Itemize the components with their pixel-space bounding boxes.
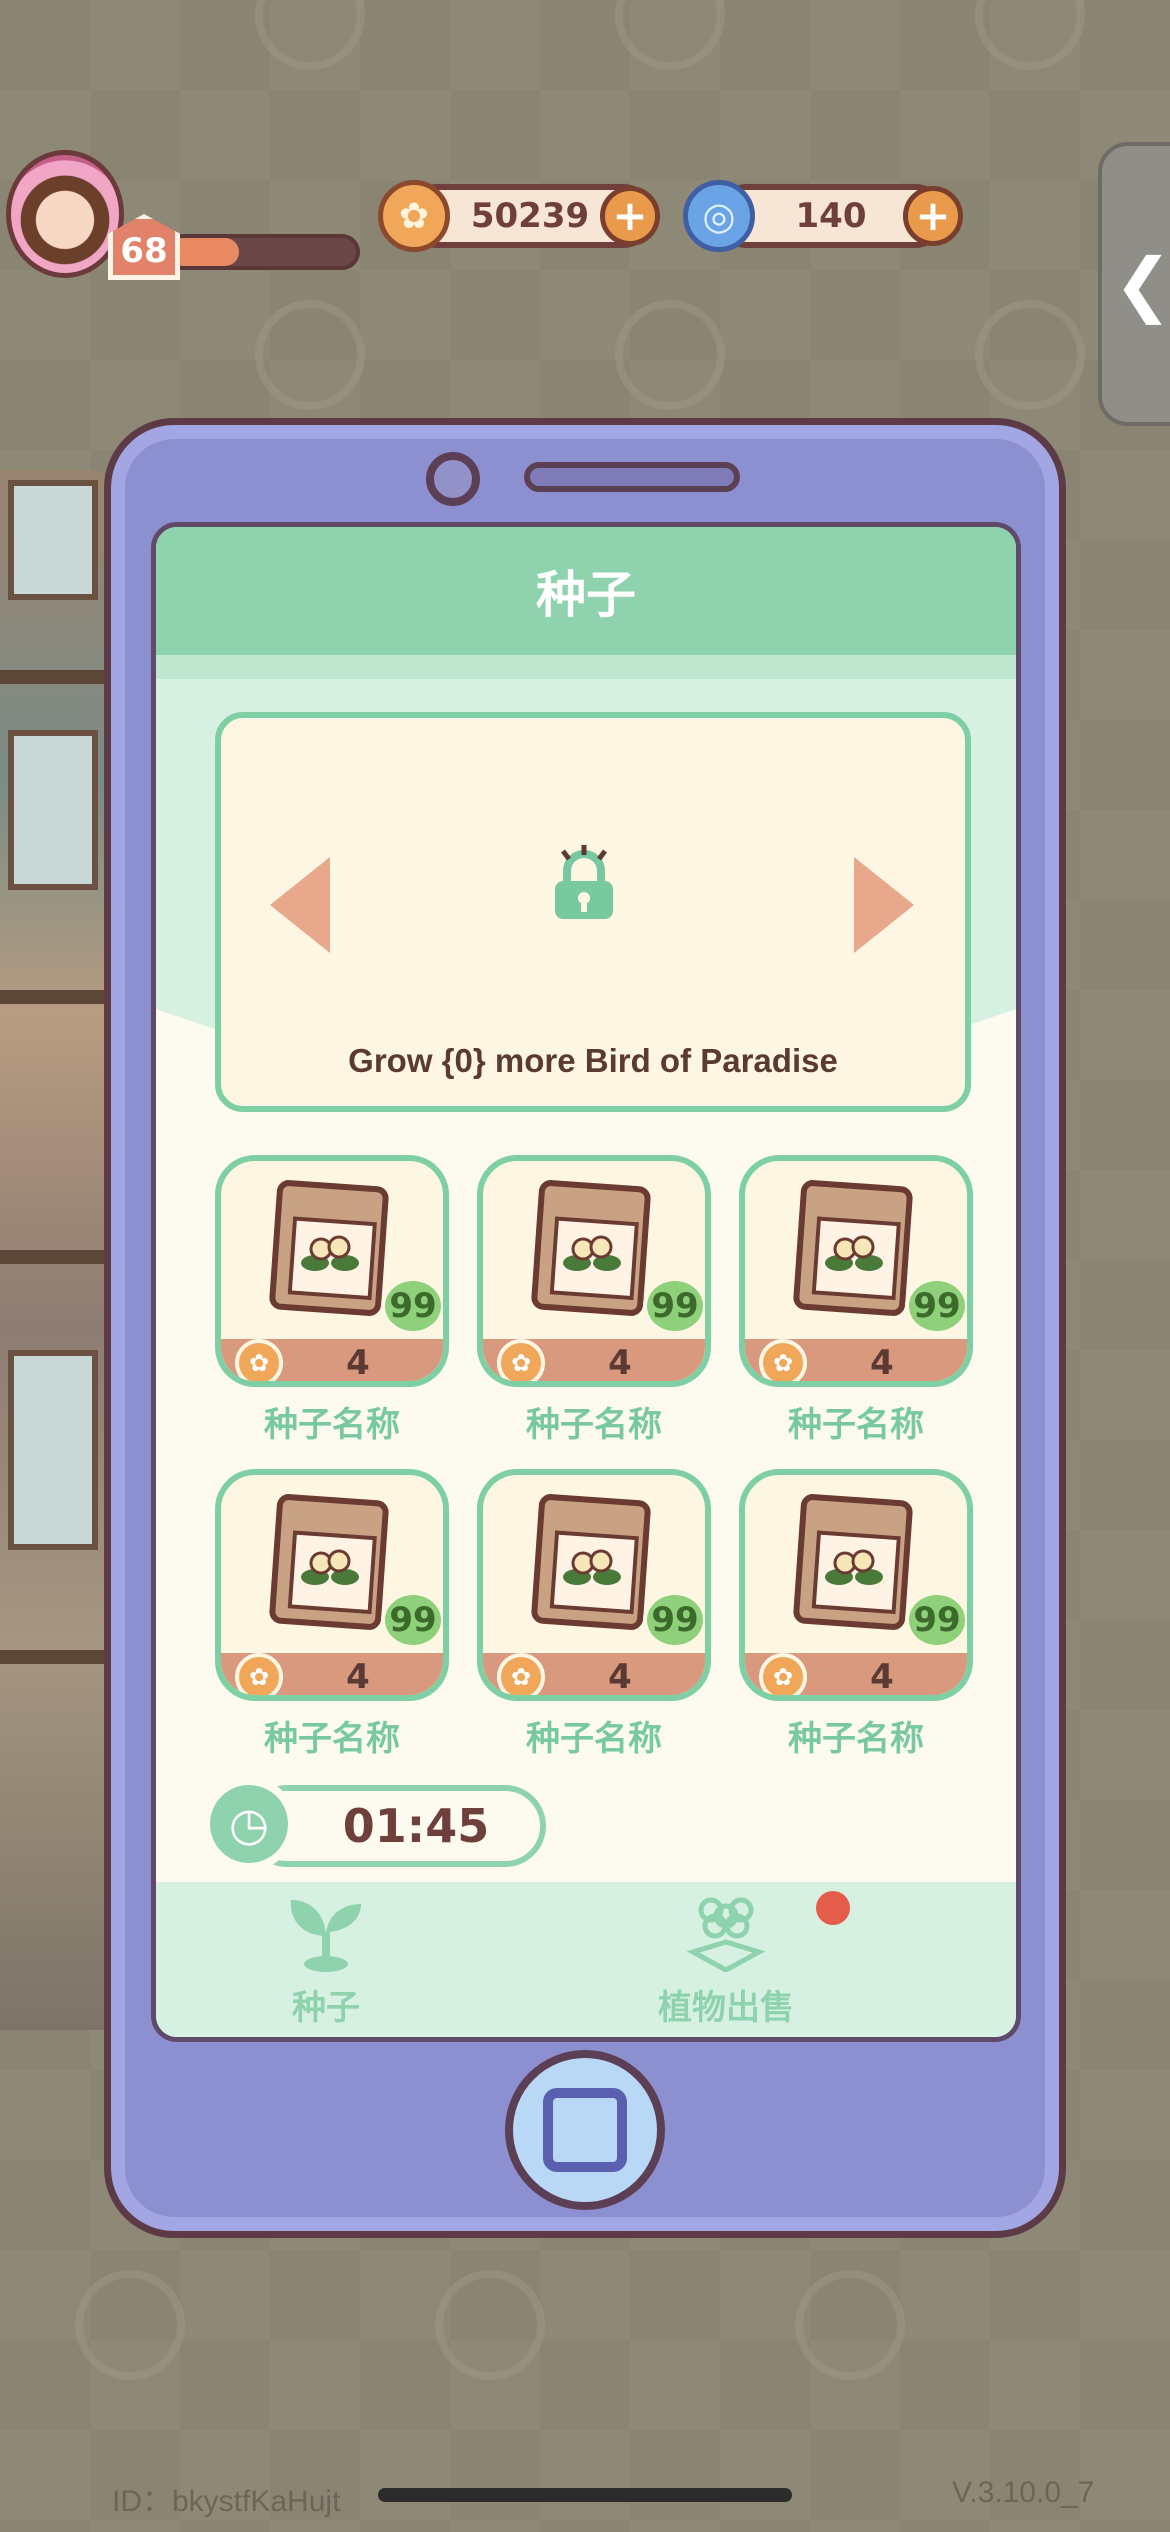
sun-pattern-icon — [615, 300, 725, 410]
flower-icon — [563, 1235, 621, 1271]
seed-count-badge: 99 — [643, 1591, 705, 1649]
camera-icon — [426, 452, 480, 506]
header-band — [156, 655, 1016, 679]
scene-window — [8, 1350, 98, 1550]
swirl-gem-icon: ◎ — [683, 180, 755, 252]
chevron-left-icon: ❮ — [1113, 243, 1170, 325]
seed-card[interactable]: 99 ✿ 4 — [215, 1469, 449, 1701]
flower-icon — [301, 1235, 359, 1271]
scene-shelf — [0, 1650, 110, 1664]
seed-name: 种子名称 — [788, 1719, 924, 1759]
sun-pattern-icon — [255, 0, 365, 70]
sun-pattern-icon — [975, 0, 1085, 70]
sun-pattern-icon — [435, 2270, 545, 2380]
tab-plant-sales-label: 植物出售 — [658, 1988, 794, 2028]
seed-card[interactable]: 99 ✿ 4 — [739, 1469, 973, 1701]
add-gems-button[interactable]: + — [903, 186, 963, 246]
seed-price: 4 — [870, 1657, 894, 1697]
phone-screen: 种子 Grow {0} more Bird of Paradise 99 ✿ 4… — [151, 522, 1021, 2042]
seed-card[interactable]: 99 ✿ 4 — [739, 1155, 973, 1387]
player-id: ID：bkystfKaHujt — [112, 2485, 341, 2518]
bottom-tab-bar: 种子 植物出售 — [156, 1882, 1016, 2037]
clock-icon: ◷ — [202, 1777, 296, 1871]
flower-gift-icon — [686, 1897, 766, 1972]
sun-pattern-icon — [75, 2270, 185, 2380]
notification-dot — [816, 1891, 850, 1925]
flower-icon — [825, 1549, 883, 1585]
side-panel-toggle[interactable]: ❮ — [1098, 142, 1170, 426]
player-avatar[interactable] — [6, 150, 124, 278]
seed-name: 种子名称 — [264, 1405, 400, 1445]
tab-seeds-label: 种子 — [292, 1988, 360, 2028]
coin-icon: ✿ — [378, 180, 450, 252]
add-coins-button[interactable]: + — [600, 186, 660, 246]
home-square-icon — [543, 2088, 627, 2172]
seed-count-badge: 99 — [905, 1277, 967, 1335]
sun-pattern-icon — [615, 0, 725, 70]
seed-name: 种子名称 — [526, 1719, 662, 1759]
seed-price: 4 — [346, 1657, 370, 1697]
seed-card[interactable]: 99 ✿ 4 — [477, 1155, 711, 1387]
tab-seeds[interactable]: 种子 — [206, 1892, 446, 2029]
seed-name: 种子名称 — [264, 1719, 400, 1759]
scene-shelf — [0, 990, 110, 1004]
seed-price: 4 — [608, 1343, 632, 1383]
seed-price: 4 — [608, 1657, 632, 1697]
seed-count-badge: 99 — [905, 1591, 967, 1649]
sprout-icon — [290, 1900, 361, 1972]
flower-icon — [563, 1549, 621, 1585]
scene-shelf — [0, 670, 110, 684]
sun-pattern-icon — [255, 300, 365, 410]
sun-pattern-icon — [795, 2270, 905, 2380]
seed-name: 种子名称 — [788, 1405, 924, 1445]
prev-arrow-button[interactable] — [270, 857, 330, 953]
scene-shelf — [0, 1250, 110, 1264]
scene-window — [8, 480, 98, 600]
sun-pattern-icon — [975, 300, 1085, 410]
seed-card[interactable]: 99 ✿ 4 — [477, 1469, 711, 1701]
tab-plant-sales[interactable]: 植物出售 — [606, 1892, 846, 2029]
flower-icon — [825, 1235, 883, 1271]
seed-price: 4 — [346, 1343, 370, 1383]
version-label: V.3.10.0_7 — [952, 2476, 1095, 2509]
seed-price: 4 — [870, 1343, 894, 1383]
seed-card[interactable]: 99 ✿ 4 — [215, 1155, 449, 1387]
next-arrow-button[interactable] — [854, 857, 914, 953]
panel-title: 种子 — [156, 527, 1016, 655]
lock-icon — [555, 845, 613, 919]
seed-count-badge: 99 — [381, 1591, 443, 1649]
unlock-requirement-text: Grow {0} more Bird of Paradise — [348, 1042, 838, 1079]
home-indicator[interactable] — [378, 2488, 792, 2502]
background-scene — [0, 470, 110, 2030]
seed-count-badge: 99 — [643, 1277, 705, 1335]
scene-window — [8, 730, 98, 890]
seed-name: 种子名称 — [526, 1405, 662, 1445]
speaker-grille — [524, 462, 740, 492]
flower-icon — [301, 1549, 359, 1585]
seed-count-badge: 99 — [381, 1277, 443, 1335]
